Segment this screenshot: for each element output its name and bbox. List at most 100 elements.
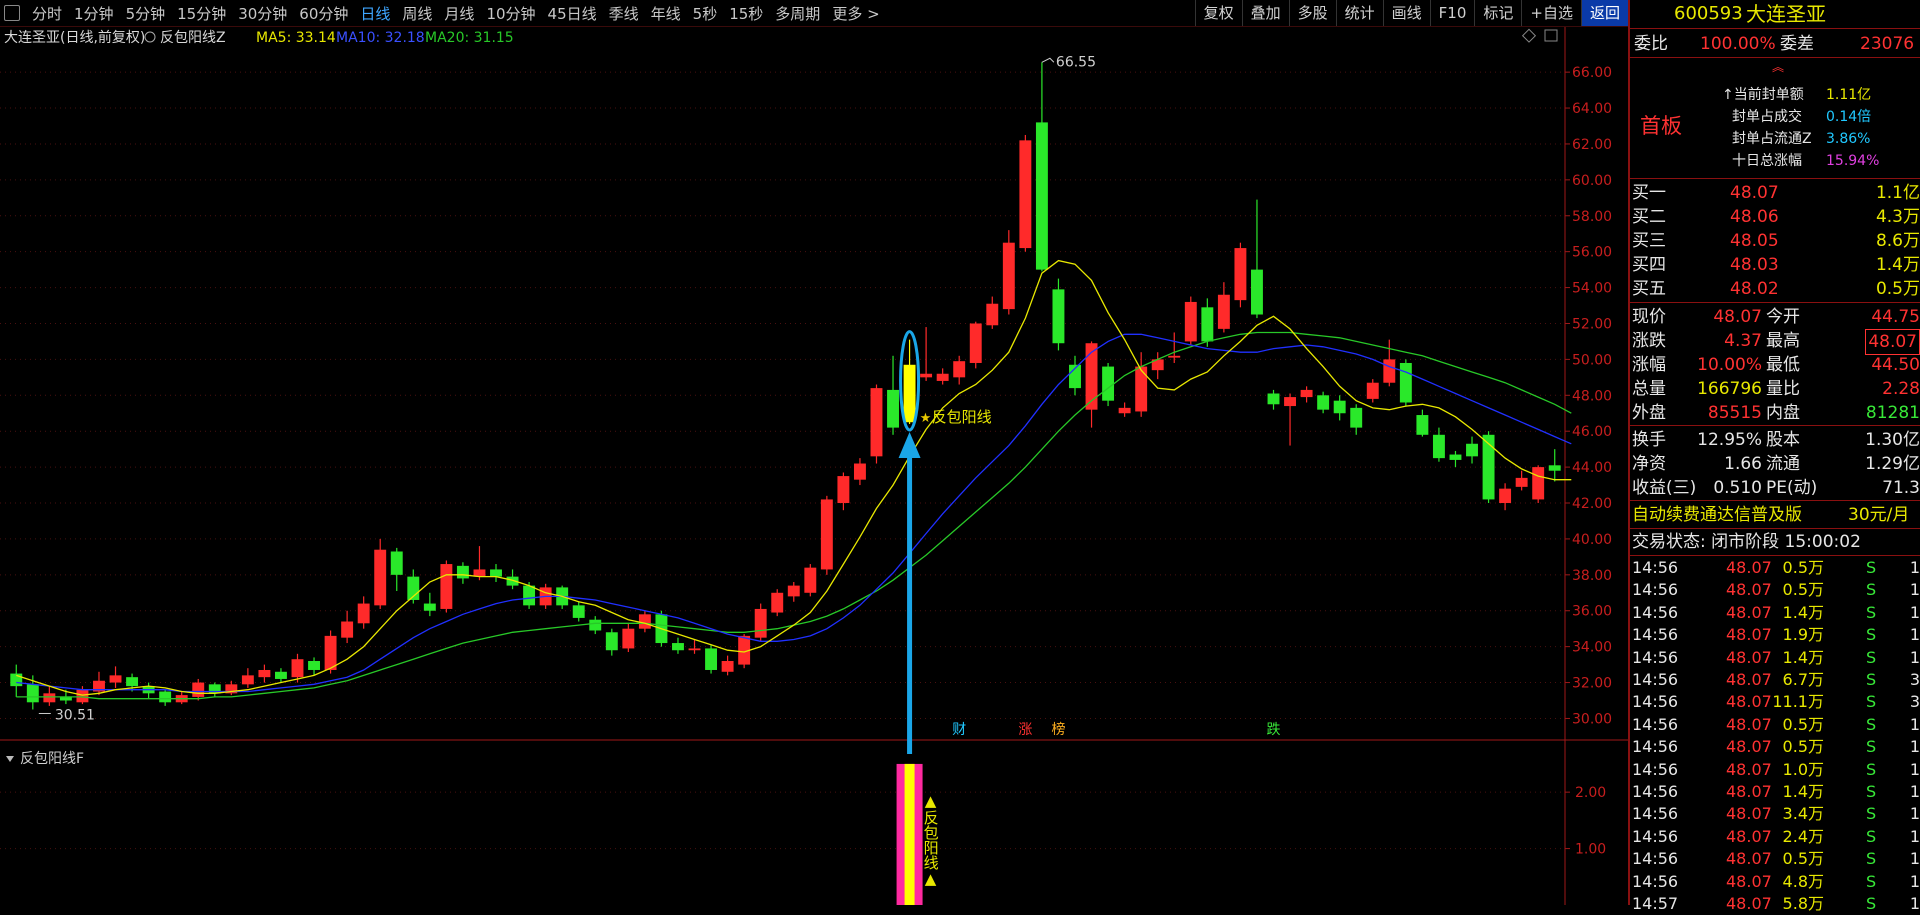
- quote-label: 总量: [1632, 379, 1666, 399]
- candle-body: [837, 476, 850, 504]
- period-tab-6[interactable]: 日线: [354, 3, 396, 24]
- tick-price: 48.07: [1726, 804, 1772, 824]
- toolbar-button-4[interactable]: 画线: [1382, 0, 1430, 26]
- y-tick-label: 42.00: [1572, 496, 1612, 512]
- tick-price: 48.07: [1726, 602, 1772, 622]
- window-icon[interactable]: [4, 5, 20, 21]
- stock-header: 600593 大连圣亚: [1630, 2, 1920, 26]
- toolbar-button-1[interactable]: 叠加: [1241, 0, 1289, 26]
- y-tick-label: 50.00: [1572, 352, 1612, 368]
- candle-body: [1515, 477, 1528, 487]
- seal-stat-row: 十日总涨幅 15.94%: [1630, 150, 1920, 172]
- bid-row[interactable]: 买二 48.06 4.3万: [1630, 205, 1920, 229]
- candle-body: [374, 549, 387, 606]
- tick-row: 14:56 48.07 1.4万 S 1: [1630, 781, 1920, 803]
- candle-body: [1366, 382, 1379, 399]
- toolbar-button-7[interactable]: +自选: [1521, 0, 1581, 26]
- period-tab-8[interactable]: 月线: [438, 3, 480, 24]
- period-tab-10[interactable]: 45日线: [542, 3, 603, 24]
- candle-body: [1350, 407, 1363, 428]
- quote-value: 81281: [1865, 403, 1920, 423]
- tick-time: 14:56: [1632, 759, 1679, 779]
- period-tab-1[interactable]: 1分钟: [68, 3, 120, 24]
- period-tab-4[interactable]: 30分钟: [232, 3, 293, 24]
- toolbar-button-0[interactable]: 复权: [1194, 0, 1242, 26]
- indicator-name: 反包阳线Z: [160, 30, 226, 46]
- period-tab-0[interactable]: 分时: [26, 3, 68, 24]
- bid-row[interactable]: 买三 48.05 8.6万: [1630, 229, 1920, 253]
- period-tab-15[interactable]: 多周期: [769, 3, 826, 24]
- toolbar-button-3[interactable]: 统计: [1335, 0, 1383, 26]
- candle-body: [705, 648, 718, 670]
- toolbar-button-6[interactable]: 标记: [1474, 0, 1521, 26]
- period-tab-5[interactable]: 60分钟: [293, 3, 354, 24]
- kline-chart[interactable]: 66.00 64.00 62.00 60.00 58.00 56.00 54.00 52.00…: [0, 27, 1628, 905]
- bid-volume: 0.5万: [1875, 279, 1920, 299]
- quote-label: 今开: [1766, 307, 1800, 327]
- period-tab-13[interactable]: 5秒: [687, 3, 724, 24]
- y-tick-label: 60.00: [1572, 173, 1612, 189]
- bid-row[interactable]: 买五 48.02 0.5万: [1630, 277, 1920, 301]
- candle-body: [291, 659, 304, 678]
- bid-row[interactable]: 买四 48.03 1.4万: [1630, 253, 1920, 277]
- tick-price: 48.07: [1726, 894, 1772, 913]
- ad-banner[interactable]: 自动续费通达信普及版 30元/月: [1630, 503, 1920, 527]
- tick-count: 1: [1909, 826, 1920, 846]
- tick-volume: 1.4万: [1782, 647, 1824, 667]
- toolbar-button-8[interactable]: 返回: [1580, 0, 1628, 26]
- candle-body: [572, 605, 585, 618]
- tick-volume: 2.4万: [1782, 826, 1824, 846]
- candle-body: [423, 603, 436, 611]
- tick-price: 48.07: [1726, 737, 1772, 757]
- tick-count: 1: [1909, 714, 1920, 734]
- tick-volume: 11.1万: [1772, 692, 1824, 712]
- candle-body: [622, 628, 635, 649]
- fundamental-value: 71.3: [1882, 478, 1920, 498]
- candle-body: [820, 499, 833, 570]
- bid-volume: 1.4万: [1875, 255, 1920, 275]
- tick-side: S: [1866, 692, 1877, 712]
- period-tab-14[interactable]: 15秒: [723, 3, 769, 24]
- fundamental-value: 1.29亿: [1865, 454, 1920, 474]
- fundamental-label: 净资: [1632, 454, 1666, 474]
- bid-label: 买四: [1632, 255, 1666, 275]
- candle-body: [721, 661, 734, 672]
- candle-body: [1217, 294, 1230, 329]
- period-tab-9[interactable]: 10分钟: [480, 3, 541, 24]
- quote-label: 最低: [1766, 355, 1800, 375]
- tick-side: S: [1866, 826, 1877, 846]
- tick-side: S: [1866, 804, 1877, 824]
- tick-volume: 3.4万: [1782, 804, 1824, 824]
- tick-count: 1: [1909, 804, 1920, 824]
- period-tabs: 分时 1分钟 5分钟 15分钟 30分钟 60分钟 日线 周线 月线 10分钟 45日线 季线 年线 5秒…: [26, 3, 886, 24]
- candle-body: [1035, 122, 1048, 270]
- y-tick-label: 66.00: [1572, 65, 1612, 81]
- tick-price: 48.07: [1726, 647, 1772, 667]
- fundamental-row: 净资 1.66 流通 1.29亿: [1630, 452, 1920, 476]
- period-tab-2[interactable]: 5分钟: [120, 3, 172, 24]
- tick-row: 14:56 48.07 0.5万 S 1: [1630, 714, 1920, 736]
- bid-price: 48.05: [1730, 231, 1779, 251]
- tick-row: 14:56 48.07 11.1万 S 3: [1630, 691, 1920, 713]
- tick-side: S: [1866, 558, 1877, 577]
- tick-price: 48.07: [1726, 826, 1772, 846]
- collapse-icon[interactable]: ︽: [1772, 58, 1784, 75]
- fundamental-value: 1.66: [1724, 454, 1762, 474]
- toolbar-button-2[interactable]: 多股: [1288, 0, 1336, 26]
- bid-row[interactable]: 买一 48.07 1.1亿: [1630, 181, 1920, 205]
- period-tab-12[interactable]: 年线: [645, 3, 687, 24]
- weicha-value: 23076: [1860, 34, 1915, 54]
- fundamental-label: 股本: [1766, 430, 1800, 450]
- candle-body: [903, 364, 916, 423]
- toolbar-button-5[interactable]: F10: [1429, 0, 1475, 26]
- period-tab-16[interactable]: 更多 >: [826, 3, 885, 24]
- period-tab-11[interactable]: 季线: [603, 3, 645, 24]
- period-tab-7[interactable]: 周线: [396, 3, 438, 24]
- quote-panel: 600593 大连圣亚 委比 100.00% 委差 23076 ︽ 首板 ↑当前封单…: [1628, 0, 1920, 913]
- quote-row: 现价 48.07 今开 44.75: [1630, 305, 1920, 329]
- quote-label: 外盘: [1632, 403, 1666, 423]
- candle-body: [1052, 289, 1065, 344]
- candle-body: [1135, 366, 1148, 412]
- period-tab-3[interactable]: 15分钟: [171, 3, 232, 24]
- candle-body: [920, 373, 933, 378]
